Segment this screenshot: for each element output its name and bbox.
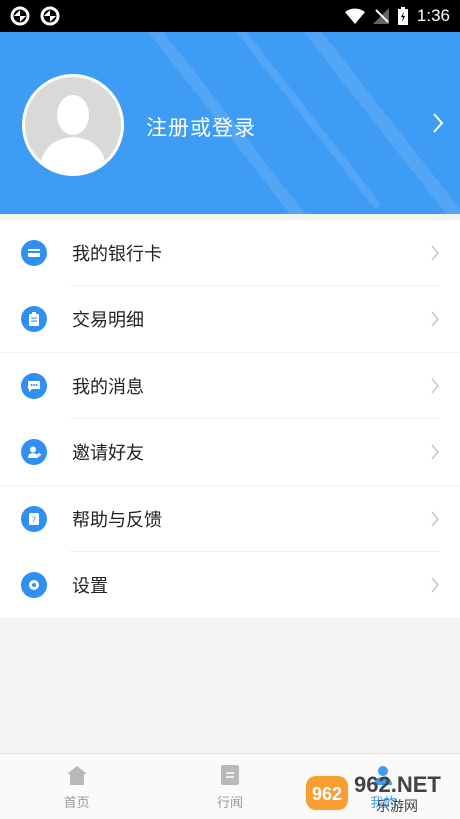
chevron-right-icon xyxy=(431,444,440,460)
watermark-brand: 962.NET xyxy=(354,772,441,797)
tab-news[interactable]: 行闻 xyxy=(153,754,306,819)
menu-item-settings[interactable]: 设置 xyxy=(0,552,460,618)
bank-card-icon xyxy=(21,240,47,266)
battery-charging-icon xyxy=(397,7,408,25)
user-add-icon xyxy=(21,439,47,465)
chevron-right-icon xyxy=(431,511,440,527)
chevron-right-icon xyxy=(431,311,440,327)
watermark: 962 962.NET 乐游网 xyxy=(304,770,454,815)
menu-item-invite-friends[interactable]: 邀请好友 xyxy=(0,419,460,485)
chevron-right-icon xyxy=(431,245,440,261)
clipboard-icon xyxy=(21,306,47,332)
news-icon xyxy=(220,765,239,785)
menu-item-transactions[interactable]: 交易明细 xyxy=(0,286,460,352)
tab-home[interactable]: 首页 xyxy=(0,754,153,819)
menu-item-label: 设置 xyxy=(72,576,108,597)
svg-text:962: 962 xyxy=(312,784,342,804)
sync-app-icon-2 xyxy=(40,6,60,26)
chevron-right-icon xyxy=(431,577,440,593)
avatar[interactable] xyxy=(22,74,124,176)
default-avatar-icon xyxy=(39,95,107,173)
no-signal-icon xyxy=(372,8,389,24)
svg-text:?: ? xyxy=(32,516,36,525)
tab-label: 首页 xyxy=(63,796,90,811)
menu-item-label: 我的银行卡 xyxy=(72,244,162,265)
menu-item-label: 邀请好友 xyxy=(72,443,144,464)
menu-item-bank-card[interactable]: 我的银行卡 xyxy=(0,220,460,286)
message-icon xyxy=(21,373,47,399)
home-icon xyxy=(66,766,87,785)
chevron-right-icon xyxy=(431,378,440,394)
gear-icon xyxy=(21,572,47,598)
menu-item-label: 帮助与反馈 xyxy=(72,510,162,531)
tab-label: 行闻 xyxy=(216,796,243,811)
menu-item-messages[interactable]: 我的消息 xyxy=(0,353,460,419)
menu-item-label: 我的消息 xyxy=(72,377,144,398)
watermark-logo-icon: 962 xyxy=(306,776,348,810)
help-icon: ? xyxy=(21,506,47,532)
menu-item-help-feedback[interactable]: ? 帮助与反馈 xyxy=(0,486,460,552)
sync-app-icon xyxy=(10,6,30,26)
menu-item-label: 交易明细 xyxy=(72,310,144,331)
clock: 1:36 xyxy=(416,6,450,25)
menu-group: ? 帮助与反馈 设置 xyxy=(0,486,460,618)
login-register-link[interactable]: 注册或登录 xyxy=(146,112,256,142)
profile-header[interactable]: 注册或登录 xyxy=(0,32,460,214)
chevron-right-icon xyxy=(433,113,444,133)
status-bar: 1:36 xyxy=(0,0,460,32)
menu-group: 我的银行卡 交易明细 xyxy=(0,220,460,352)
menu-group: 我的消息 邀请好友 xyxy=(0,353,460,485)
watermark-sub: 乐游网 xyxy=(376,799,418,815)
wifi-icon xyxy=(344,8,365,24)
